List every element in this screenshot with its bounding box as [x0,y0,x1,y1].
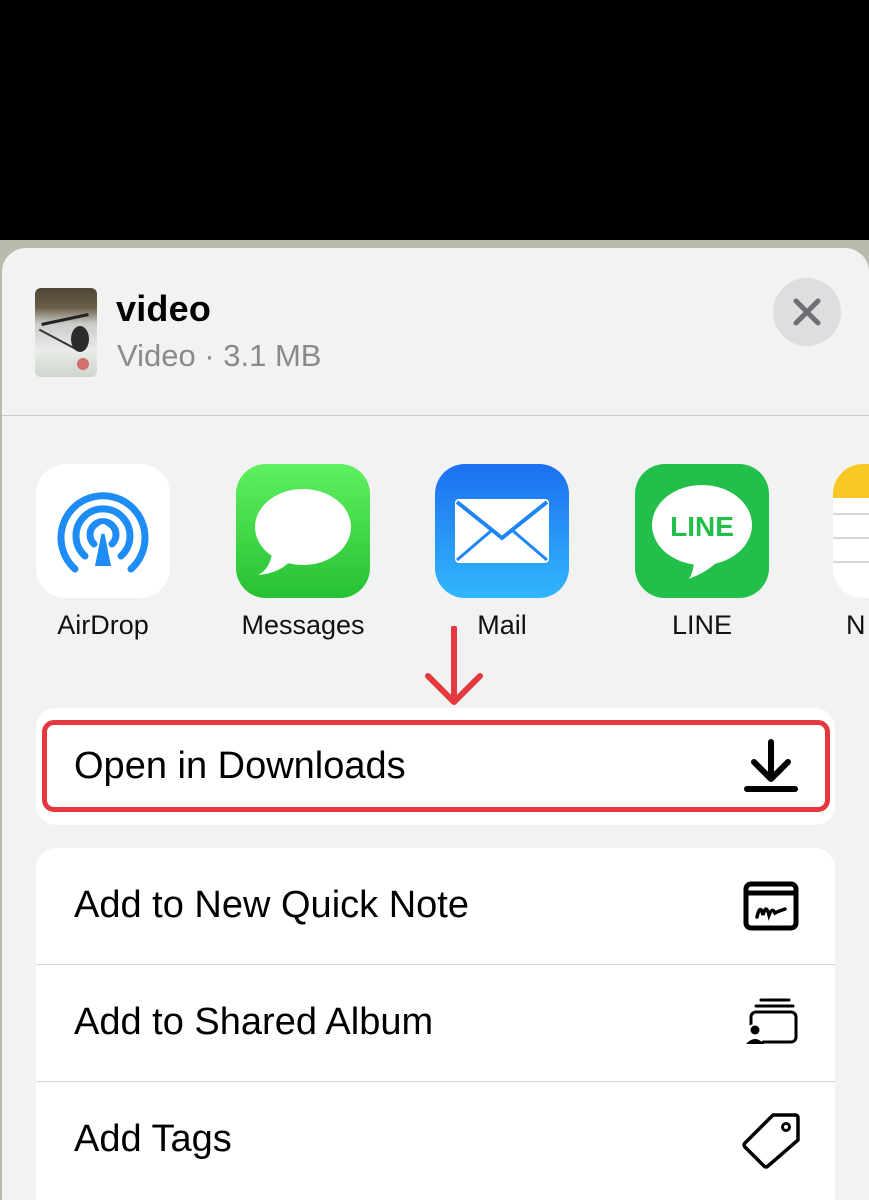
airdrop-icon [36,464,170,598]
highlight-box [42,720,830,812]
shared-album-icon [741,993,801,1053]
app-mail[interactable]: Mail [422,464,582,641]
quick-note-icon [741,876,801,936]
app-line[interactable]: LINE LINE [622,464,782,641]
action-group-list: Add to New Quick Note Add to Shared Albu… [36,848,835,1200]
app-airdrop[interactable]: AirDrop [23,464,183,641]
app-notes[interactable]: N [820,464,869,641]
file-meta: Video · 3.1 MB [117,338,322,373]
svg-text:LINE: LINE [670,511,734,542]
app-label: LINE [671,610,733,640]
add-tags-button[interactable]: Add Tags [36,1082,835,1199]
add-to-quick-note-button[interactable]: Add to New Quick Note [36,848,835,965]
video-thumbnail [35,288,97,377]
add-to-shared-album-button[interactable]: Add to Shared Album [36,965,835,1082]
app-label: Messages [241,610,365,640]
close-icon [793,298,821,326]
annotation-arrow-icon [425,626,483,705]
action-label: Add Tags [74,1118,232,1160]
action-label: Add to New Quick Note [74,884,469,926]
background-top [0,0,869,247]
tag-icon [741,1110,801,1170]
close-button[interactable] [773,278,841,346]
share-sheet: video Video · 3.1 MB AirDrop Messages Ma… [2,248,869,1200]
file-name: video [116,288,212,329]
app-label: AirDrop [57,610,149,640]
notes-icon [833,464,869,598]
share-sheet-header: video Video · 3.1 MB [2,248,869,416]
line-icon: LINE [635,464,769,598]
header-divider [2,415,869,416]
app-label: N [846,610,866,640]
app-messages[interactable]: Messages [223,464,383,641]
mail-icon [435,464,569,598]
messages-icon [236,464,370,598]
action-label: Add to Shared Album [74,1001,434,1043]
